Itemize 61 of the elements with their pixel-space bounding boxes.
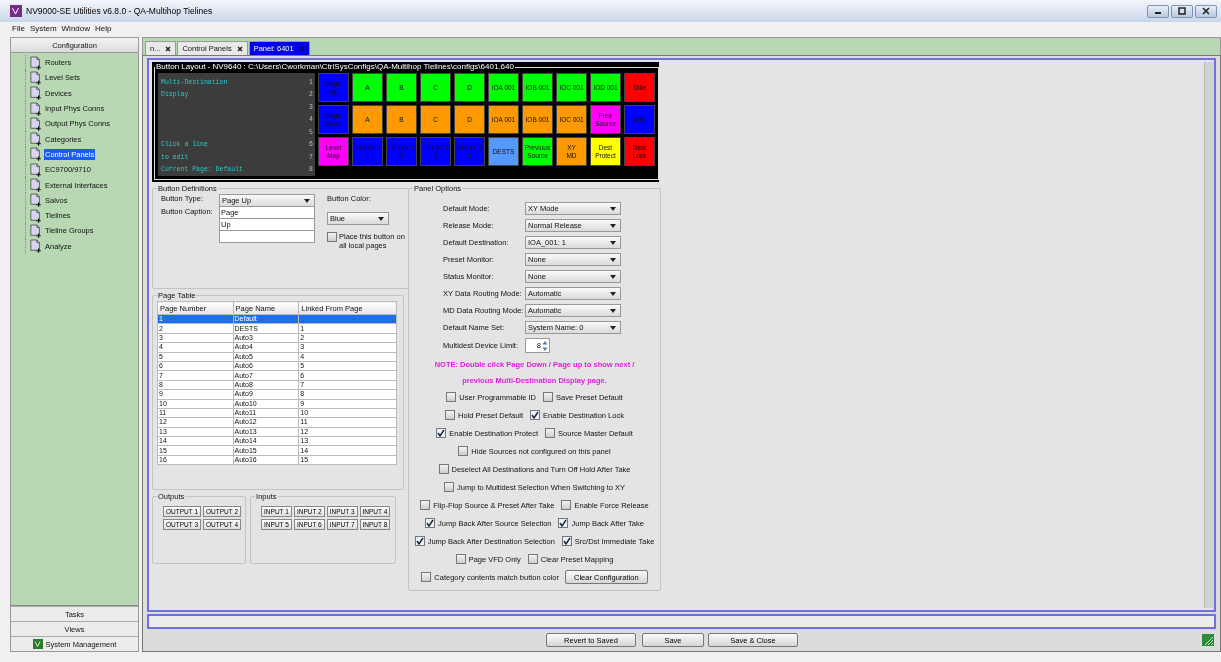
checkbox[interactable] <box>421 572 432 582</box>
document-plus-icon <box>30 193 42 208</box>
document-plus-icon <box>30 208 42 223</box>
checkbox[interactable] <box>455 554 466 564</box>
document-plus-icon <box>30 162 42 177</box>
caret-icon <box>610 223 616 228</box>
menu-item[interactable]: Help <box>95 23 112 33</box>
checkbox[interactable] <box>327 232 337 242</box>
checkbox[interactable] <box>561 536 572 546</box>
checkbox[interactable] <box>561 500 572 510</box>
maximize-button[interactable] <box>1171 4 1193 18</box>
scrollbar[interactable] <box>1204 62 1214 608</box>
document-plus-icon <box>30 55 42 70</box>
spinner-arrows-icon[interactable] <box>542 339 548 352</box>
caption-field[interactable] <box>219 231 315 243</box>
checkbox[interactable] <box>530 410 541 420</box>
checkbox[interactable] <box>414 536 425 546</box>
close-icon <box>1201 7 1211 15</box>
minimize-button[interactable] <box>1147 4 1169 18</box>
caret-icon <box>610 206 616 211</box>
checkbox[interactable] <box>444 482 454 492</box>
checkbox[interactable] <box>543 392 553 402</box>
menu-item[interactable]: Window <box>61 23 90 33</box>
document-plus-icon <box>30 86 42 101</box>
document-plus-icon <box>30 70 42 85</box>
grip-icon <box>1202 634 1214 646</box>
checkbox[interactable] <box>425 518 436 528</box>
document-plus-icon <box>30 223 42 238</box>
caret-icon <box>610 257 616 262</box>
document-plus-icon <box>30 147 42 162</box>
checkbox[interactable] <box>545 428 556 438</box>
checkbox[interactable] <box>458 446 469 456</box>
document-plus-icon <box>30 239 42 254</box>
checkbox[interactable] <box>420 500 431 510</box>
checkbox[interactable] <box>445 410 456 420</box>
caret-icon <box>378 216 384 221</box>
document-plus-icon <box>30 101 42 116</box>
checkbox[interactable] <box>527 554 538 564</box>
caret-icon <box>610 291 616 296</box>
app-icon <box>10 5 22 17</box>
caret-icon <box>610 240 616 245</box>
checkbox[interactable] <box>446 392 457 402</box>
close-icon[interactable] <box>236 45 243 52</box>
panel-title: Button Layout - NV9640 : C:\Users\Cworkman\CtrlSysConfigs\QA-Multihop Tielines\configs\6401.640 <box>155 62 515 72</box>
app-logo-icon <box>32 639 43 649</box>
menu-item[interactable]: File <box>12 23 25 33</box>
caret-icon <box>610 274 616 279</box>
maximize-icon <box>1177 7 1187 15</box>
checkbox[interactable] <box>436 428 447 438</box>
caret-icon <box>610 325 616 330</box>
menu-item[interactable]: System <box>29 23 57 33</box>
checkbox[interactable] <box>438 464 449 474</box>
window-title: NV9000-SE Utilities v6.8.0 - QA-Multihop Tielines <box>26 6 213 16</box>
caret-icon <box>304 198 310 203</box>
caret-icon <box>610 308 616 313</box>
document-plus-icon <box>30 132 42 147</box>
close-button[interactable] <box>1195 4 1217 18</box>
close-icon[interactable] <box>165 45 172 52</box>
checkbox[interactable] <box>558 518 569 528</box>
document-plus-icon <box>30 116 42 131</box>
document-plus-icon <box>30 178 42 192</box>
